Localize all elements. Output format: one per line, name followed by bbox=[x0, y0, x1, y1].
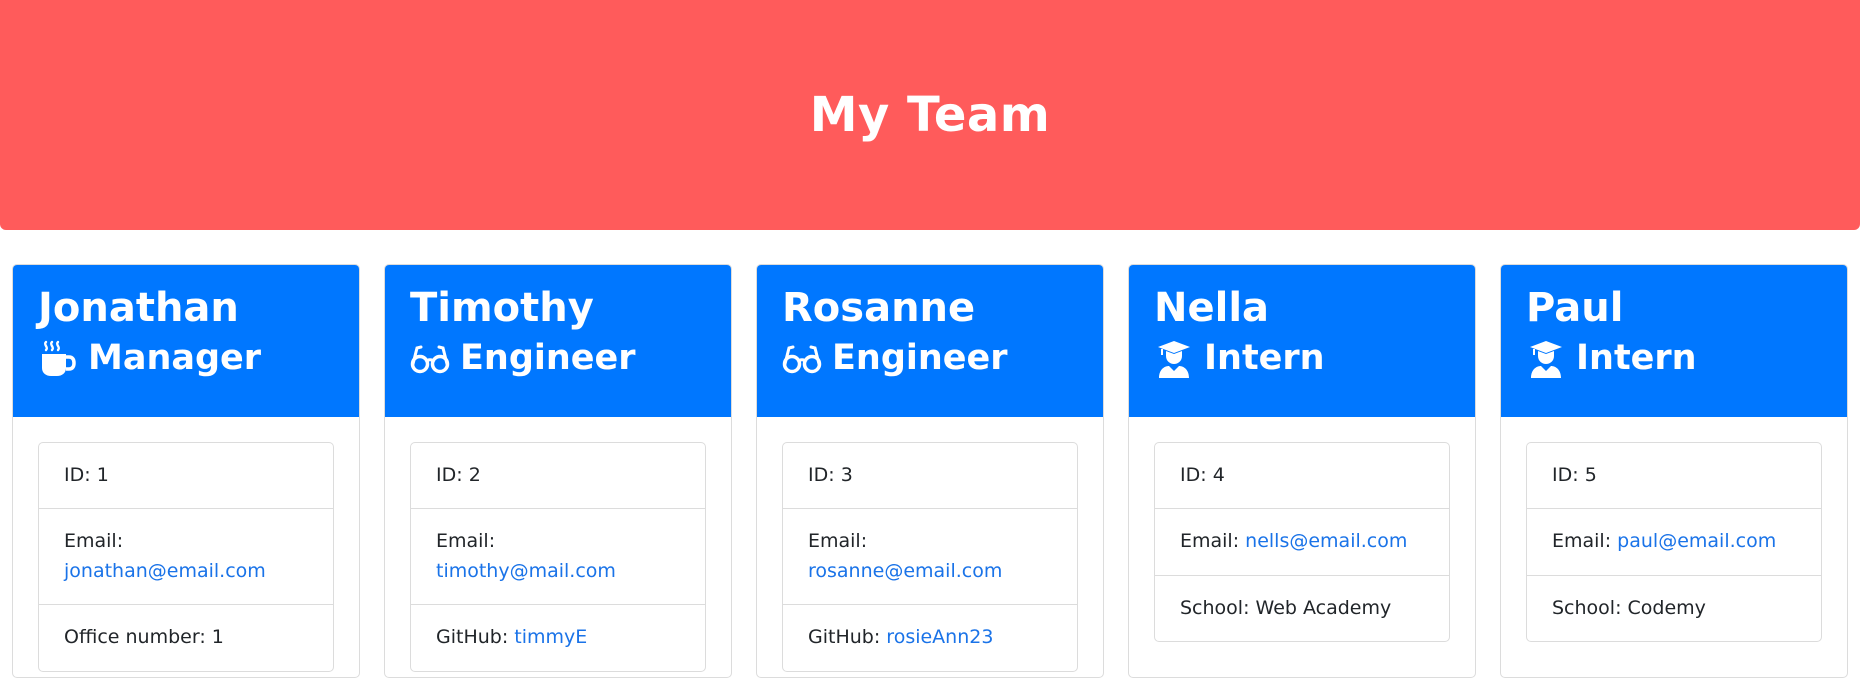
employee-role: Engineer bbox=[782, 337, 1078, 381]
card-header: Rosanne Engineer bbox=[757, 265, 1103, 417]
employee-info-list: ID: 2 Email: timothy@mail.com GitHub: ti… bbox=[410, 442, 706, 672]
github-label: GitHub: bbox=[436, 626, 509, 649]
github-label: GitHub: bbox=[808, 626, 881, 649]
id-value: 1 bbox=[96, 464, 109, 486]
id-label: ID: bbox=[1552, 464, 1579, 486]
employee-name: Rosanne bbox=[782, 285, 976, 331]
id-label: ID: bbox=[64, 464, 91, 486]
employee-info-list: ID: 1 Email: jonathan@email.com Office n… bbox=[38, 442, 334, 672]
employee-office-number: Office number: 1 bbox=[39, 604, 333, 670]
employee-email: Email: jonathan@email.com bbox=[39, 508, 333, 604]
card-body: ID: 2 Email: timothy@mail.com GitHub: ti… bbox=[385, 417, 731, 677]
employee-name: Jonathan bbox=[38, 285, 239, 331]
email-link[interactable]: timothy@mail.com bbox=[436, 560, 616, 582]
card-header: Timothy Engineer bbox=[385, 265, 731, 417]
team-header-banner: My Team bbox=[0, 0, 1860, 230]
office-number-label: Office number: bbox=[64, 626, 206, 649]
email-link[interactable]: jonathan@email.com bbox=[64, 560, 266, 582]
employee-card-jonathan: Jonathan Manager ID: 1 Email: jonathan@e… bbox=[12, 264, 360, 678]
employee-id: ID: 3 bbox=[783, 443, 1077, 508]
card-body: ID: 1 Email: jonathan@email.com Office n… bbox=[13, 417, 359, 677]
employee-id: ID: 1 bbox=[39, 443, 333, 508]
employee-card-paul: Paul Intern ID: 5 Email: paul@email.com … bbox=[1500, 264, 1848, 678]
id-label: ID: bbox=[1180, 464, 1207, 486]
card-header: Paul Intern bbox=[1501, 265, 1847, 417]
employee-school: School: Web Academy bbox=[1155, 574, 1449, 641]
employee-card-nella: Nella Intern ID: 4 Email: nells@email.co… bbox=[1128, 264, 1476, 678]
email-link[interactable]: rosanne@email.com bbox=[808, 560, 1002, 582]
employee-email: Email: nells@email.com bbox=[1155, 508, 1449, 574]
role-label: Engineer bbox=[832, 338, 1008, 378]
id-value: 5 bbox=[1584, 464, 1597, 486]
github-link[interactable]: rosieAnn23 bbox=[886, 626, 993, 648]
role-label: Engineer bbox=[460, 338, 636, 378]
employee-info-list: ID: 5 Email: paul@email.com School: Code… bbox=[1526, 442, 1822, 643]
employee-github: GitHub: timmyE bbox=[411, 604, 705, 670]
glasses-icon bbox=[782, 339, 822, 379]
email-label: Email: bbox=[436, 530, 496, 553]
employee-name: Nella bbox=[1154, 285, 1270, 331]
card-body: ID: 4 Email: nells@email.com School: Web… bbox=[1129, 417, 1475, 667]
role-label: Intern bbox=[1204, 338, 1325, 378]
employee-id: ID: 5 bbox=[1527, 443, 1821, 508]
employee-role: Intern bbox=[1526, 337, 1822, 381]
employee-email: Email: timothy@mail.com bbox=[411, 508, 705, 604]
role-label: Intern bbox=[1576, 338, 1697, 378]
school-value: Codemy bbox=[1627, 596, 1706, 619]
email-label: Email: bbox=[64, 530, 124, 553]
employee-name: Timothy bbox=[410, 285, 594, 331]
employee-info-list: ID: 3 Email: rosanne@email.com GitHub: r… bbox=[782, 442, 1078, 672]
employee-email: Email: paul@email.com bbox=[1527, 508, 1821, 574]
employee-github: GitHub: rosieAnn23 bbox=[783, 604, 1077, 670]
employee-info-list: ID: 4 Email: nells@email.com School: Web… bbox=[1154, 442, 1450, 643]
id-label: ID: bbox=[808, 464, 835, 486]
glasses-icon bbox=[410, 339, 450, 379]
graduate-icon bbox=[1526, 339, 1566, 379]
employee-role: Manager bbox=[38, 337, 334, 381]
page-title: My Team bbox=[809, 87, 1051, 143]
email-link[interactable]: paul@email.com bbox=[1617, 530, 1776, 552]
employee-card-timothy: Timothy Engineer ID: 2 Email: timothy@ma… bbox=[384, 264, 732, 678]
employee-role: Engineer bbox=[410, 337, 706, 381]
employee-email: Email: rosanne@email.com bbox=[783, 508, 1077, 604]
id-label: ID: bbox=[436, 464, 463, 486]
employee-card-rosanne: Rosanne Engineer ID: 3 Email: rosanne@em… bbox=[756, 264, 1104, 678]
email-link[interactable]: nells@email.com bbox=[1245, 530, 1407, 552]
email-label: Email: bbox=[1552, 530, 1612, 553]
id-value: 4 bbox=[1212, 464, 1225, 486]
email-label: Email: bbox=[1180, 530, 1240, 553]
office-number-value: 1 bbox=[211, 626, 224, 649]
employee-name: Paul bbox=[1526, 285, 1624, 331]
employee-id: ID: 2 bbox=[411, 443, 705, 508]
school-label: School: bbox=[1180, 596, 1250, 619]
school-value: Web Academy bbox=[1255, 596, 1392, 619]
school-label: School: bbox=[1552, 596, 1622, 619]
github-link[interactable]: timmyE bbox=[514, 626, 587, 648]
team-cards-container: Jonathan Manager ID: 1 Email: jonathan@e… bbox=[12, 264, 1848, 680]
coffee-mug-icon bbox=[38, 339, 78, 379]
card-body: ID: 5 Email: paul@email.com School: Code… bbox=[1501, 417, 1847, 667]
id-value: 3 bbox=[840, 464, 853, 486]
role-label: Manager bbox=[88, 338, 262, 378]
email-label: Email: bbox=[808, 530, 868, 553]
employee-role: Intern bbox=[1154, 337, 1450, 381]
employee-id: ID: 4 bbox=[1155, 443, 1449, 508]
id-value: 2 bbox=[468, 464, 481, 486]
card-body: ID: 3 Email: rosanne@email.com GitHub: r… bbox=[757, 417, 1103, 677]
employee-school: School: Codemy bbox=[1527, 574, 1821, 641]
graduate-icon bbox=[1154, 339, 1194, 379]
card-header: Nella Intern bbox=[1129, 265, 1475, 417]
card-header: Jonathan Manager bbox=[13, 265, 359, 417]
